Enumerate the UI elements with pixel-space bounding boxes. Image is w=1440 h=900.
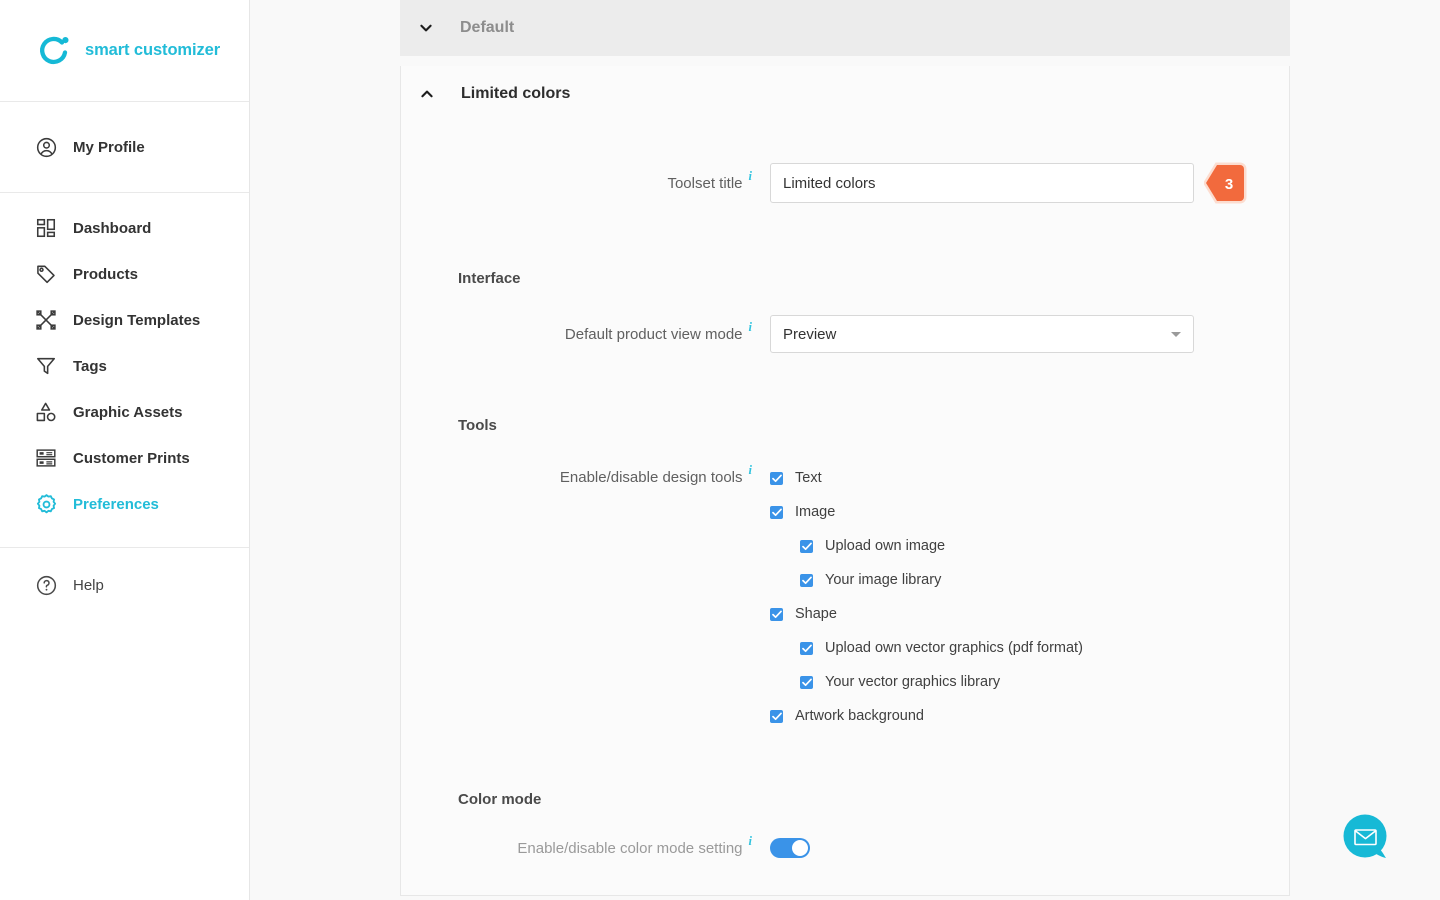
- checkbox-row[interactable]: Text: [770, 461, 1083, 495]
- checkbox-row[interactable]: Your vector graphics library: [800, 665, 1083, 699]
- panel-limited-colors-header[interactable]: Limited colors: [401, 66, 1289, 122]
- section-title-color-mode: Color mode: [458, 791, 542, 808]
- checkbox-label: Image: [795, 504, 836, 520]
- checkbox-checked-icon[interactable]: [770, 709, 783, 723]
- checkbox-checked-icon[interactable]: [770, 471, 783, 485]
- shapes-icon: [33, 399, 59, 425]
- sidebar: smart customizer My Profile Dashboard Pr…: [0, 0, 250, 900]
- sidebar-item-design-templates[interactable]: Design Templates: [0, 297, 249, 343]
- chat-widget-button[interactable]: [1342, 813, 1392, 863]
- checkbox-row[interactable]: Artwork background: [770, 699, 1083, 733]
- toolset-title-row: Toolset title i 3: [401, 162, 1289, 204]
- sidebar-item-label: Preferences: [73, 495, 159, 513]
- checkbox-label: Text: [795, 470, 822, 486]
- sidebar-item-label: Graphic Assets: [73, 403, 183, 421]
- app-root: smart customizer My Profile Dashboard Pr…: [0, 0, 1440, 900]
- filter-funnel-icon: [33, 353, 59, 379]
- checkbox-checked-icon[interactable]: [800, 675, 813, 689]
- color-mode-label: Enable/disable color mode setting: [517, 839, 743, 857]
- info-icon[interactable]: i: [749, 834, 752, 849]
- design-tools-label: Enable/disable design tools: [559, 469, 743, 486]
- sidebar-item-label: Customer Prints: [73, 449, 190, 467]
- view-mode-label-wrap: Default product view mode i: [401, 320, 752, 343]
- toggle-knob: [792, 840, 808, 856]
- main-content: Default Limited colors Toolset title i L…: [250, 0, 1440, 900]
- panel-default-header[interactable]: Default: [400, 0, 1290, 56]
- brand-name: smart customizer: [85, 41, 221, 59]
- checkbox-checked-icon[interactable]: [800, 573, 813, 587]
- checkbox-label: Artwork background: [795, 708, 924, 724]
- checkbox-row[interactable]: Shape: [770, 597, 1083, 631]
- checkbox-checked-icon[interactable]: [800, 539, 813, 553]
- panel-title: Limited colors: [461, 85, 571, 102]
- gear-icon: [33, 491, 59, 517]
- view-mode-row: Default product view mode i Preview: [401, 315, 1289, 353]
- view-mode-label: Default product view mode: [564, 325, 743, 343]
- checkbox-row[interactable]: Upload own vector graphics (pdf format): [800, 631, 1083, 665]
- toolset-title-label-wrap: Toolset title i: [401, 169, 752, 192]
- settings-panels: Default Limited colors Toolset title i L…: [400, 0, 1290, 896]
- user-circle-icon: [33, 134, 59, 160]
- panel-body: Toolset title i 3 Int: [401, 162, 1289, 858]
- toolset-title-input[interactable]: [770, 163, 1194, 203]
- checkbox-checked-icon[interactable]: [770, 505, 783, 519]
- checkbox-checked-icon[interactable]: [800, 641, 813, 655]
- chevron-down-icon: [1171, 332, 1181, 337]
- info-icon[interactable]: i: [749, 169, 752, 184]
- sidebar-item-customer-prints[interactable]: Customer Prints: [0, 435, 249, 481]
- design-tools-label-wrap: Enable/disable design tools i: [401, 461, 752, 486]
- checkbox-row[interactable]: Your image library: [800, 563, 1083, 597]
- chevron-down-icon: [418, 20, 434, 36]
- sidebar-item-label: My Profile: [73, 138, 145, 156]
- design-templates-icon: [33, 307, 59, 333]
- sidebar-item-my-profile[interactable]: My Profile: [0, 124, 249, 170]
- tag-icon: [33, 261, 59, 287]
- checkbox-label: Shape: [795, 606, 837, 622]
- sidebar-item-label: Products: [73, 265, 139, 283]
- checkbox-checked-icon[interactable]: [770, 607, 783, 621]
- checkbox-label: Your vector graphics library: [825, 674, 1001, 690]
- sidebar-group-profile: My Profile: [0, 102, 249, 193]
- sidebar-item-products[interactable]: Products: [0, 251, 249, 297]
- view-mode-select[interactable]: Preview: [770, 315, 1194, 353]
- chevron-up-icon: [419, 86, 435, 102]
- ring-dot-logo-icon: [36, 33, 72, 69]
- badge-count: 3: [1225, 176, 1233, 193]
- brand-logo[interactable]: smart customizer: [0, 0, 249, 102]
- sidebar-item-label: Tags: [73, 357, 107, 375]
- sidebar-item-tags[interactable]: Tags: [0, 343, 249, 389]
- info-icon[interactable]: i: [749, 463, 752, 478]
- checkbox-label: Upload own vector graphics (pdf format): [825, 640, 1083, 656]
- panel-title: Default: [460, 19, 515, 36]
- design-tools-row: Enable/disable design tools i Text Image…: [401, 461, 1289, 733]
- prints-icon: [33, 445, 59, 471]
- sidebar-group-main: Dashboard Products Design Templates Tags…: [0, 193, 249, 548]
- section-title-tools: Tools: [458, 417, 497, 434]
- checkbox-label: Your image library: [825, 572, 942, 588]
- color-mode-row: Enable/disable color mode setting i: [401, 834, 1289, 858]
- sidebar-item-label: Dashboard: [73, 219, 152, 237]
- design-tools-checkbox-list: Text Image Upload own image Your image l…: [770, 461, 1083, 733]
- panel-limited-colors: Limited colors Toolset title i Limited c…: [400, 66, 1290, 896]
- order-badge: 3: [1204, 162, 1248, 204]
- checkbox-row[interactable]: Upload own image: [800, 529, 1083, 563]
- sidebar-item-graphic-assets[interactable]: Graphic Assets: [0, 389, 249, 435]
- checkbox-row[interactable]: Image: [770, 495, 1083, 529]
- section-title-interface: Interface: [458, 270, 521, 287]
- info-icon[interactable]: i: [749, 320, 752, 335]
- checkbox-label: Upload own image: [825, 538, 946, 554]
- dashboard-grid-icon: [33, 215, 59, 241]
- sidebar-item-preferences[interactable]: Preferences: [0, 481, 249, 527]
- toolset-title-label: Toolset title: [667, 174, 743, 192]
- sidebar-item-label: Design Templates: [73, 311, 201, 329]
- sidebar-item-dashboard[interactable]: Dashboard: [0, 205, 249, 251]
- color-mode-toggle[interactable]: [770, 838, 810, 858]
- question-circle-icon: [33, 572, 59, 598]
- sidebar-item-help[interactable]: Help: [0, 562, 249, 608]
- view-mode-value: Preview: [783, 325, 837, 343]
- sidebar-group-help: Help: [0, 548, 249, 608]
- sidebar-item-label: Help: [73, 576, 104, 594]
- color-mode-label-wrap: Enable/disable color mode setting i: [401, 834, 752, 857]
